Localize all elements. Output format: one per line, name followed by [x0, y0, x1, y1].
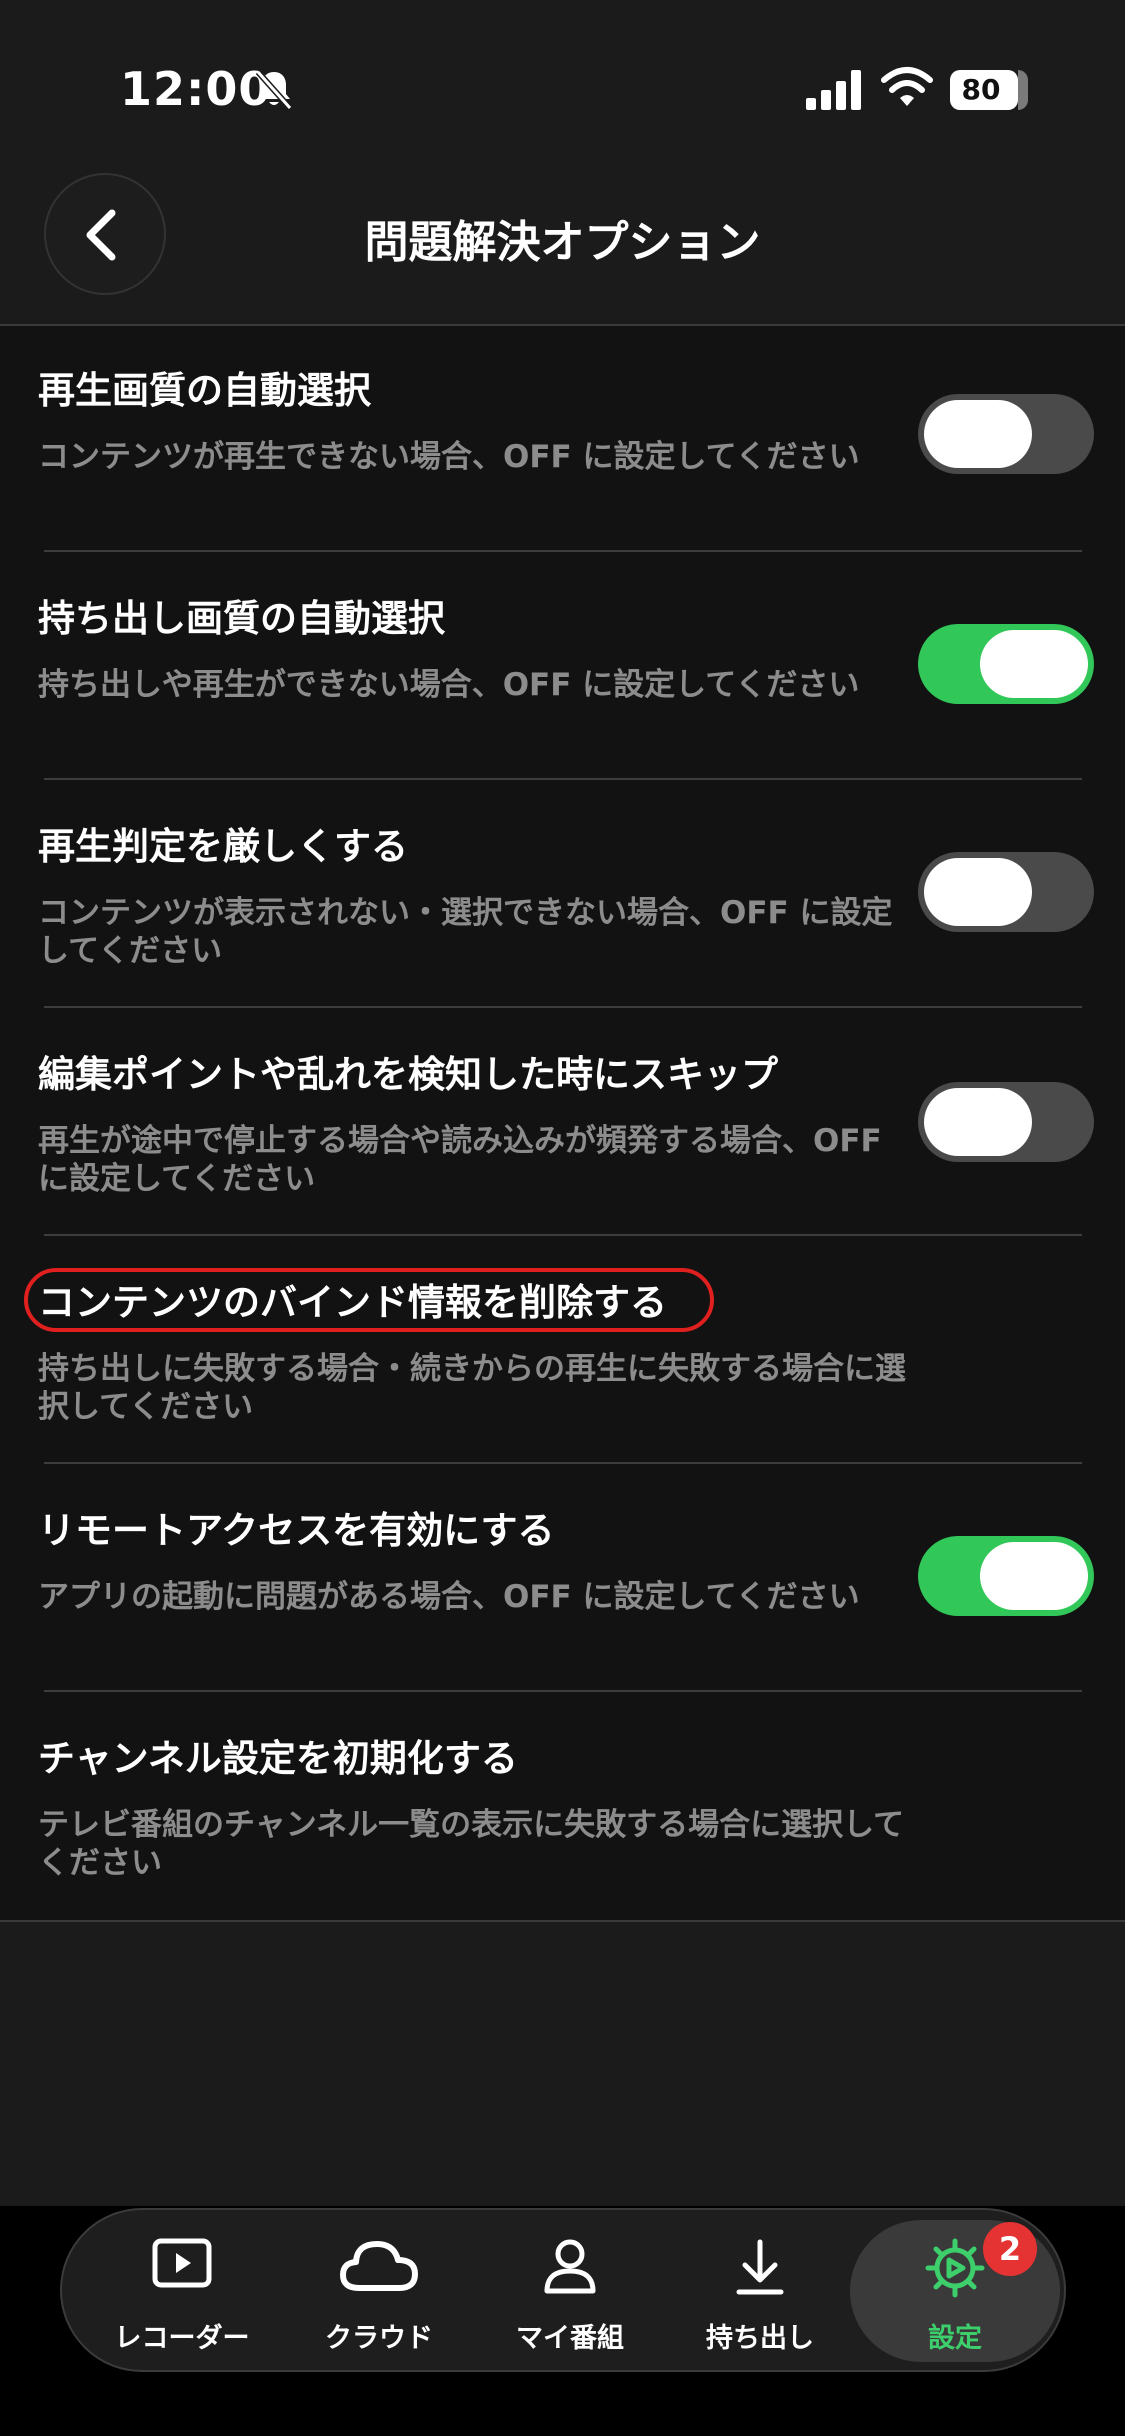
strict-playback-toggle[interactable] [918, 852, 1094, 932]
status-time: 12:00 [120, 62, 272, 116]
setting-description: テレビ番組のチャンネル一覧の表示に失敗する場合に選択してください [38, 1807, 905, 1881]
tab-recorder[interactable]: レコーダー [92, 2210, 272, 2370]
status-bar: 12:00 80 [0, 0, 1125, 170]
battery-icon: 80 [950, 70, 1028, 110]
wifi-icon [881, 67, 933, 106]
header: 問題解決オプション [0, 170, 1125, 326]
auto-takeout-quality-toggle[interactable] [918, 624, 1094, 704]
gear-icon [925, 2238, 985, 2298]
download-icon [736, 2239, 784, 2295]
setting-description: コンテンツが表示されない・選択できない場合、OFF に設定してください [38, 895, 893, 969]
play-icon [152, 2238, 212, 2288]
setting-row-strict-playback[interactable]: 再生判定を厳しくする コンテンツが表示されない・選択できない場合、OFF に設定… [0, 782, 1125, 1008]
page-title: 問題解決オプション [364, 217, 761, 268]
tab-my-programs[interactable]: マイ番組 [480, 2210, 660, 2370]
remote-access-toggle[interactable] [918, 1536, 1094, 1616]
skip-edit-points-toggle[interactable] [918, 1082, 1094, 1162]
setting-label: チャンネル設定を初期化する [38, 1737, 518, 1780]
setting-row-auto-playback-quality[interactable]: 再生画質の自動選択 コンテンツが再生できない場合、OFF に設定してください [0, 326, 1125, 552]
divider [44, 1234, 1082, 1236]
cloud-icon [340, 2241, 418, 2291]
tab-label: 設定 [928, 2323, 982, 2354]
setting-label: 再生画質の自動選択 [38, 369, 371, 412]
tab-takeout[interactable]: 持ち出し [670, 2210, 850, 2370]
setting-description: コンテンツが再生できない場合、OFF に設定してください [38, 439, 860, 475]
tab-label: 持ち出し [706, 2323, 814, 2354]
bell-slash-icon [255, 70, 293, 110]
setting-label: 編集ポイントや乱れを検知した時にスキップ [38, 1053, 778, 1096]
divider [44, 1006, 1082, 1008]
divider [44, 778, 1082, 780]
setting-label: 再生判定を厳しくする [38, 825, 408, 868]
tab-label: レコーダー [114, 2323, 250, 2354]
tab-cloud[interactable]: クラウド [289, 2210, 469, 2370]
setting-description: アプリの起動に問題がある場合、OFF に設定してください [38, 1579, 860, 1615]
setting-row-skip-edit-points[interactable]: 編集ポイントや乱れを検知した時にスキップ 再生が途中で停止する場合や読み込みが頻… [0, 1010, 1125, 1236]
tab-label: クラウド [325, 2323, 433, 2354]
settings-list: 再生画質の自動選択 コンテンツが再生できない場合、OFF に設定してください 持… [0, 326, 1125, 1922]
tab-label: マイ番組 [516, 2323, 624, 2354]
setting-description: 持ち出しや再生ができない場合、OFF に設定してください [38, 667, 860, 703]
auto-playback-quality-toggle[interactable] [918, 394, 1094, 474]
setting-label: 持ち出し画質の自動選択 [38, 597, 445, 640]
setting-row-reset-channel[interactable]: チャンネル設定を初期化する テレビ番組のチャンネル一覧の表示に失敗する場合に選択… [0, 1694, 1125, 1920]
tab-bar: レコーダー クラウド マイ番組 持ち出し 設定 [60, 2208, 1066, 2372]
setting-row-auto-takeout-quality[interactable]: 持ち出し画質の自動選択 持ち出しや再生ができない場合、OFF に設定してください [0, 554, 1125, 780]
setting-row-remote-access[interactable]: リモートアクセスを有効にする アプリの起動に問題がある場合、OFF に設定してく… [0, 1466, 1125, 1692]
setting-description: 持ち出しに失敗する場合・続きからの再生に失敗する場合に選択してください [38, 1351, 906, 1425]
setting-description: 再生が途中で停止する場合や読み込みが頻発する場合、OFF に設定してください [38, 1123, 882, 1197]
setting-label: リモートアクセスを有効にする [38, 1509, 555, 1552]
person-icon [544, 2239, 596, 2294]
notification-badge: 2 [983, 2222, 1037, 2276]
highlight-annotation [24, 1268, 714, 1332]
divider [44, 1462, 1082, 1464]
divider [44, 1690, 1082, 1692]
battery-level: 80 [961, 73, 1001, 106]
cell-signal-icon [806, 70, 861, 110]
divider [44, 550, 1082, 552]
